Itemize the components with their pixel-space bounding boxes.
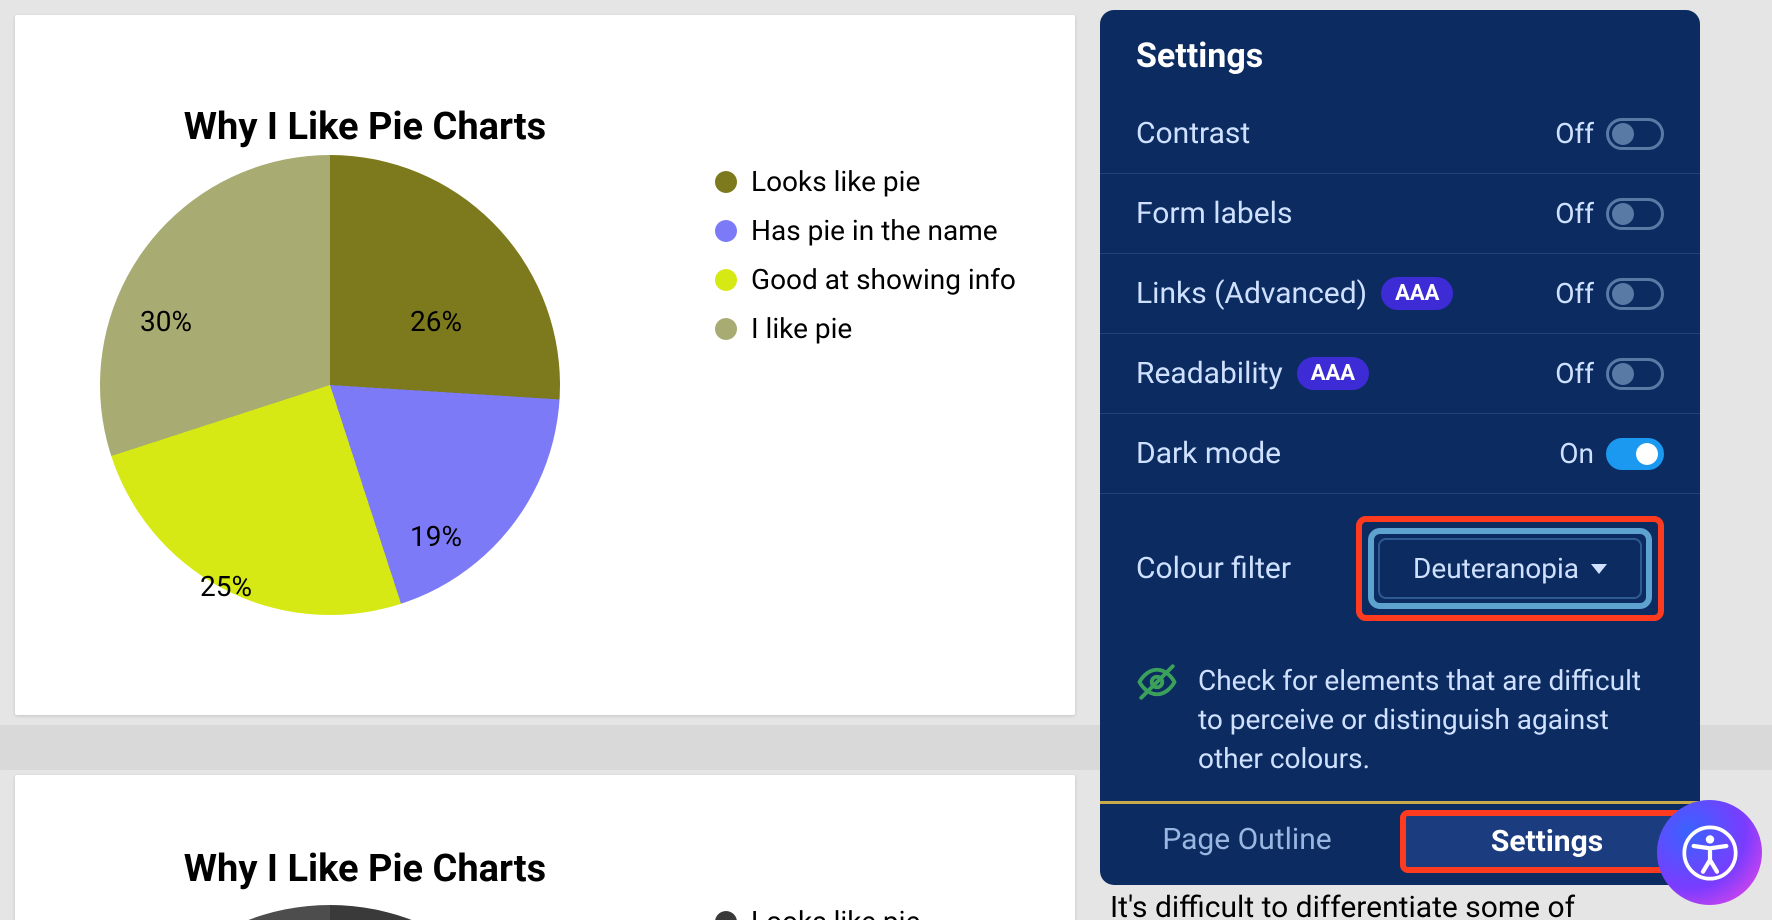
contrast-toggle[interactable] (1606, 118, 1664, 150)
legend-label: Looks like pie (751, 165, 920, 198)
pie-chart-card: Why I Like Pie Charts 26% 19% 25% 30% Lo… (15, 15, 1075, 715)
setting-links-advanced: Links (Advanced) AAA Off (1100, 254, 1700, 334)
setting-label: Readability AAA (1136, 356, 1369, 391)
settings-title: Settings (1100, 10, 1700, 94)
slice-label-1: 19% (410, 520, 462, 553)
aaa-badge: AAA (1297, 357, 1369, 390)
legend-label: I like pie (751, 312, 852, 345)
legend-label: Looks like pie (751, 905, 920, 920)
filter-select-frame: Deuteranopia (1368, 528, 1652, 609)
label-text: Readability (1136, 356, 1283, 391)
setting-label: Contrast (1136, 116, 1250, 151)
label-text: Links (Advanced) (1136, 276, 1367, 311)
legend-swatch-icon (715, 318, 737, 340)
legend-label: Good at showing info (751, 263, 1016, 296)
chevron-down-icon (1591, 564, 1607, 574)
pie-graphic-2 (100, 905, 560, 920)
chart-legend: Looks like pie Has pie in the name Good … (715, 165, 1016, 345)
state-text: Off (1555, 117, 1594, 150)
setting-state: Off (1555, 197, 1664, 230)
legend-label: Has pie in the name (751, 214, 998, 247)
aaa-badge: AAA (1381, 277, 1453, 310)
chart-title: Why I Like Pie Charts (15, 105, 715, 149)
chart-title-2: Why I Like Pie Charts (15, 847, 715, 891)
links-toggle[interactable] (1606, 278, 1664, 310)
pie-graphic (100, 155, 560, 615)
pie-chart-card-2: Why I Like Pie Charts Looks like pie (15, 775, 1075, 920)
setting-form-labels: Form labels Off (1100, 174, 1700, 254)
pie-chart: 26% 19% 25% 30% (100, 155, 560, 615)
setting-label: Links (Advanced) AAA (1136, 276, 1453, 311)
chart-legend-2: Looks like pie (715, 905, 920, 920)
dark-mode-toggle[interactable] (1606, 438, 1664, 470)
tab-page-outline[interactable]: Page Outline (1100, 804, 1394, 879)
low-vision-icon (1136, 661, 1178, 707)
slice-label-2: 25% (200, 570, 252, 603)
setting-label: Dark mode (1136, 436, 1281, 471)
setting-contrast: Contrast Off (1100, 94, 1700, 174)
setting-readability: Readability AAA Off (1100, 334, 1700, 414)
setting-colour-filter: Colour filter Deuteranopia (1100, 494, 1700, 651)
legend-item-0: Looks like pie (715, 165, 1016, 198)
accessibility-icon (1682, 825, 1738, 881)
state-text: Off (1555, 197, 1594, 230)
state-text: Off (1555, 277, 1594, 310)
tab-settings[interactable]: Settings (1394, 804, 1700, 879)
legend-swatch-icon (715, 171, 737, 193)
setting-state: Off (1555, 117, 1664, 150)
setting-label: Colour filter (1136, 551, 1291, 586)
state-text: Off (1555, 357, 1594, 390)
filter-description: Check for elements that are difficult to… (1198, 661, 1664, 779)
tab-label: Page Outline (1162, 822, 1331, 857)
legend-item-2-0: Looks like pie (715, 905, 920, 920)
legend-item-3: I like pie (715, 312, 1016, 345)
legend-swatch-icon (715, 220, 737, 242)
setting-state: On (1559, 437, 1664, 470)
legend-item-1: Has pie in the name (715, 214, 1016, 247)
setting-dark-mode: Dark mode On (1100, 414, 1700, 494)
slice-label-3: 30% (140, 305, 192, 338)
accessibility-fab[interactable] (1657, 800, 1762, 905)
setting-label: Form labels (1136, 196, 1292, 231)
tab-label: Settings (1400, 810, 1694, 873)
filter-highlight: Deuteranopia (1356, 516, 1664, 621)
setting-state: Off (1555, 277, 1664, 310)
settings-popover: Settings Contrast Off Form labels Off Li… (1100, 10, 1700, 885)
state-text: On (1559, 437, 1594, 470)
readability-toggle[interactable] (1606, 358, 1664, 390)
select-value: Deuteranopia (1413, 552, 1579, 585)
article-text-fragment: It's difficult to differentiate some of (1110, 890, 1575, 920)
filter-description-row: Check for elements that are difficult to… (1100, 651, 1700, 801)
legend-swatch-icon (715, 269, 737, 291)
setting-state: Off (1555, 357, 1664, 390)
form-labels-toggle[interactable] (1606, 198, 1664, 230)
colour-filter-select[interactable]: Deuteranopia (1378, 538, 1642, 599)
legend-swatch-icon (715, 911, 737, 920)
legend-item-2: Good at showing info (715, 263, 1016, 296)
popover-tab-bar: Page Outline Settings (1100, 801, 1700, 879)
pie-chart-2 (100, 905, 560, 920)
slice-label-0: 26% (410, 305, 462, 338)
